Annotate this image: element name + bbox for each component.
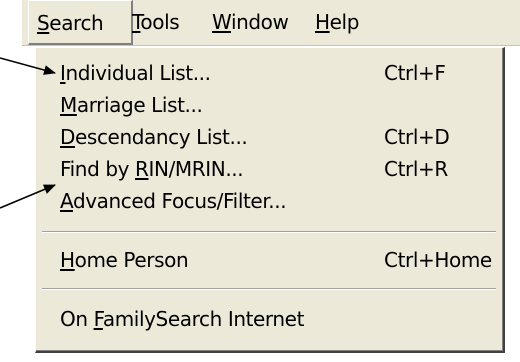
- annotation-arrows: [0, 57, 56, 209]
- annotation-arrow: [0, 57, 56, 75]
- annotation-arrow: [0, 184, 56, 209]
